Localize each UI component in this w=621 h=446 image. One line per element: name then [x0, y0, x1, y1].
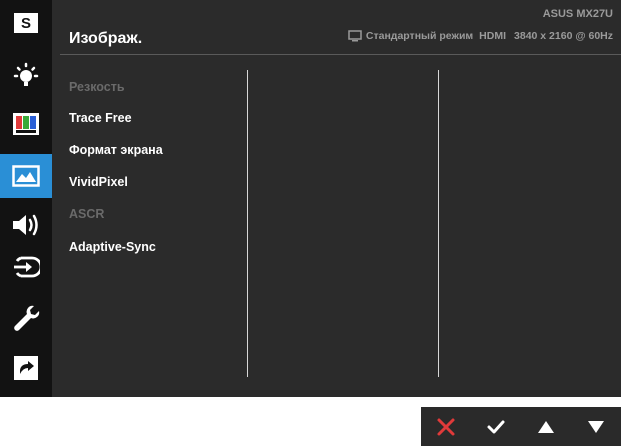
osd-menu: S Изображ. ASUS MX27U Стандартный режим …	[0, 0, 621, 397]
status-line: Стандартный режим HDMI 3840 x 2160 @ 60H…	[348, 30, 613, 42]
input-text: HDMI	[479, 30, 507, 42]
svg-text:S: S	[21, 15, 31, 32]
input-select-icon	[14, 256, 40, 278]
sidebar-item-shortcut[interactable]	[0, 347, 52, 389]
image-icon	[12, 165, 40, 187]
sidebar: S	[0, 0, 52, 397]
sidebar-item-sound[interactable]	[0, 204, 52, 246]
system-setup-icon	[14, 305, 40, 331]
monitor-icon	[348, 30, 362, 42]
page-title: Изображ.	[69, 30, 143, 47]
resolution-text: 3840 x 2160 @ 60Hz	[514, 30, 613, 42]
sidebar-item-image[interactable]	[0, 154, 52, 198]
column-divider	[438, 70, 439, 377]
sound-icon	[13, 214, 38, 236]
sidebar-item-input[interactable]	[0, 246, 52, 288]
close-button[interactable]	[421, 407, 471, 446]
sidebar-item-system-setup[interactable]	[0, 296, 52, 338]
down-button[interactable]	[571, 407, 621, 446]
color-icon	[13, 113, 39, 135]
model-name: ASUS MX27U	[542, 8, 613, 20]
header-divider	[60, 54, 621, 55]
arrow-up-icon	[538, 420, 554, 433]
arrow-down-icon	[588, 420, 604, 433]
column-divider	[247, 70, 248, 377]
sidebar-item-blue-light[interactable]	[0, 56, 52, 98]
confirm-button[interactable]	[471, 407, 521, 446]
up-button[interactable]	[521, 407, 571, 446]
menu-item-vividpixel[interactable]: VividPixel	[69, 175, 128, 189]
sidebar-item-color[interactable]	[0, 103, 52, 145]
menu-item-sharpness: Резкость	[69, 80, 125, 94]
sidebar-item-splendid[interactable]: S	[0, 4, 52, 46]
check-icon	[487, 420, 505, 433]
blue-light-filter-icon	[13, 62, 39, 86]
shortcut-icon	[14, 356, 38, 380]
menu-item-aspect-control[interactable]: Формат экрана	[69, 143, 163, 157]
menu-item-trace-free[interactable]: Trace Free	[69, 111, 132, 125]
splendid-icon: S	[14, 13, 38, 37]
close-icon	[437, 418, 455, 435]
menu-item-ascr: ASCR	[69, 207, 105, 221]
navigation-button-bar	[421, 407, 621, 446]
mode-text: Стандартный режим	[365, 30, 474, 42]
menu-item-adaptive-sync[interactable]: Adaptive-Sync	[69, 240, 156, 254]
